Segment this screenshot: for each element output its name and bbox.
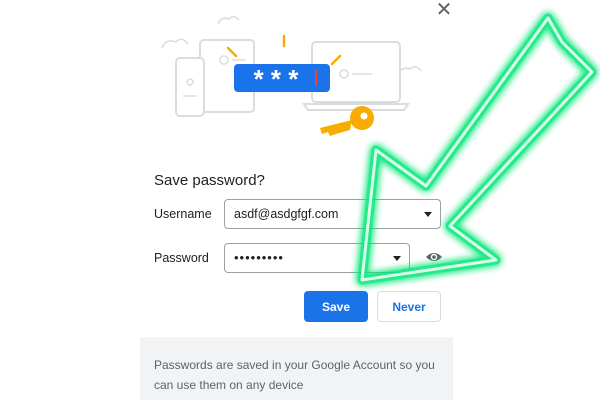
dialog-title: Save password? [154,172,265,189]
password-label: Password [154,251,209,265]
password-value: ••••••••• [234,250,284,265]
masked-password-text: * * * [254,64,300,94]
footer: Passwords are saved in your Google Accou… [140,337,453,400]
phone-icon [175,57,205,117]
footer-text: Passwords are saved in your Google Accou… [154,358,435,392]
green-arrow-annotation [357,13,597,285]
username-label: Username [154,207,212,221]
username-value: asdf@asdgfgf.com [234,207,339,221]
